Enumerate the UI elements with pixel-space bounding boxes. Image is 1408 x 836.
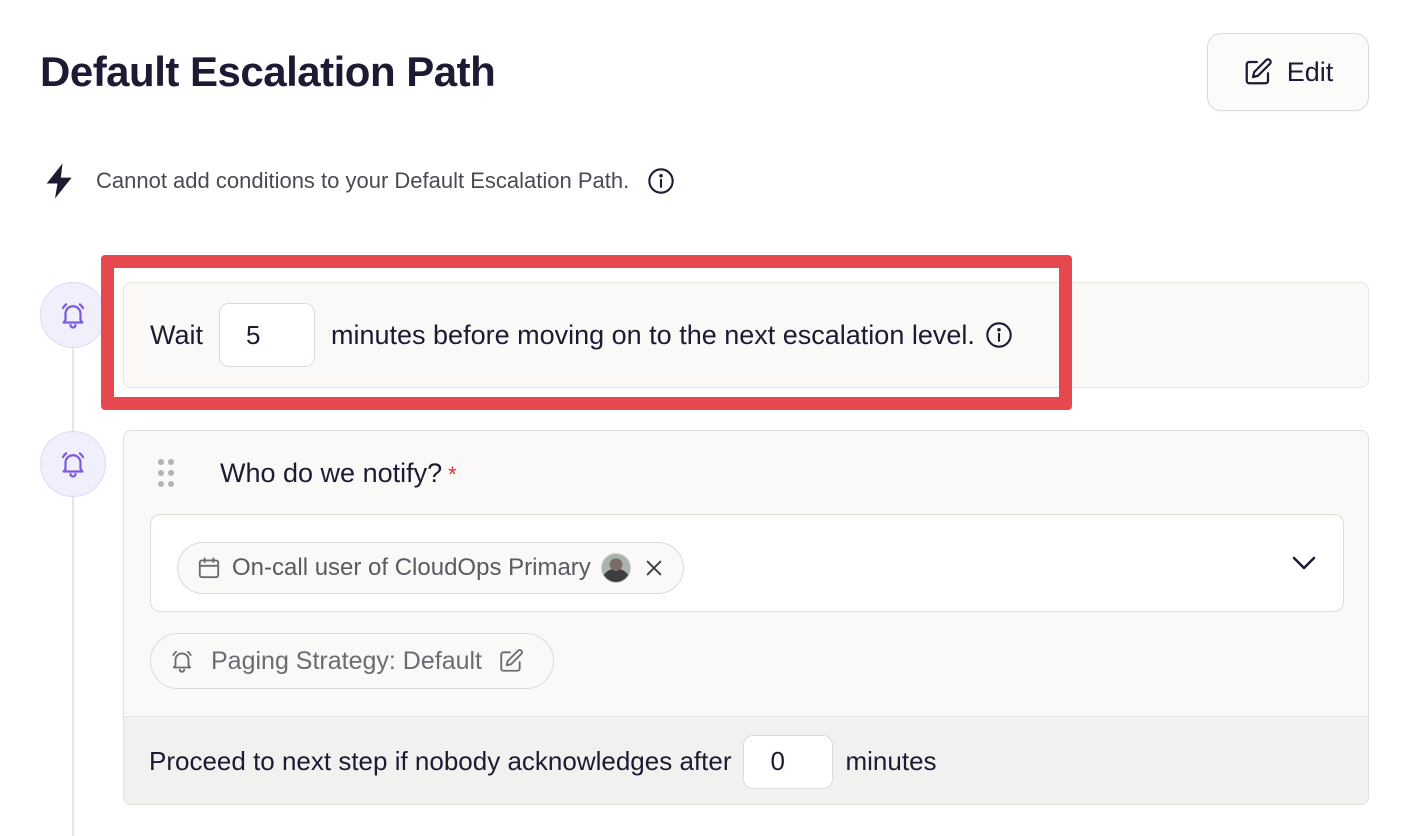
required-mark: * — [448, 462, 457, 487]
calendar-icon — [198, 557, 220, 579]
pencil-icon — [500, 649, 523, 672]
wait-suffix: minutes before moving on to the next esc… — [331, 319, 975, 350]
proceed-minutes-input[interactable] — [743, 734, 834, 789]
notify-title-text: Who do we notify? — [220, 458, 443, 488]
target-chip-label: On-call user of CloudOps Primary — [232, 554, 591, 581]
wait-minutes-input[interactable] — [219, 303, 315, 367]
notify-target-select[interactable]: On-call user of CloudOps Primary — [150, 514, 1344, 612]
wait-step-bell — [40, 282, 106, 348]
notify-title: Who do we notify? * — [220, 458, 457, 489]
chevron-down-icon[interactable] — [1289, 548, 1319, 578]
paging-strategy-label: Paging Strategy: Default — [211, 646, 482, 675]
notify-step-card: Who do we notify? * On-call user of Cloud… — [123, 430, 1369, 805]
bell-icon — [61, 303, 85, 329]
info-icon[interactable] — [647, 167, 675, 195]
wait-step-card: Wait minutes before moving on to the nex… — [123, 282, 1369, 388]
edit-button[interactable]: Edit — [1207, 33, 1369, 111]
target-chip: On-call user of CloudOps Primary — [177, 542, 684, 594]
pencil-icon — [1245, 58, 1272, 85]
lightning-icon — [46, 163, 72, 199]
drag-handle-icon[interactable] — [158, 459, 180, 493]
proceed-prefix: Proceed to next step if nobody acknowled… — [149, 746, 732, 776]
timeline-line — [72, 348, 74, 836]
avatar — [600, 553, 631, 583]
bell-icon — [172, 650, 192, 673]
default-path-notice: Cannot add conditions to your Default Es… — [40, 160, 675, 202]
page-title: Default Escalation Path — [40, 48, 496, 95]
paging-strategy-button[interactable]: Paging Strategy: Default — [150, 633, 554, 689]
edit-button-label: Edit — [1286, 56, 1334, 87]
proceed-suffix: minutes — [845, 746, 937, 776]
bell-icon — [61, 452, 85, 478]
info-icon[interactable] — [985, 321, 1013, 349]
wait-prefix: Wait — [150, 319, 203, 350]
proceed-row: Proceed to next step if nobody acknowled… — [124, 716, 1368, 804]
notice-text: Cannot add conditions to your Default Es… — [96, 168, 630, 193]
notify-step-bell — [40, 431, 106, 497]
close-icon[interactable] — [643, 557, 665, 579]
